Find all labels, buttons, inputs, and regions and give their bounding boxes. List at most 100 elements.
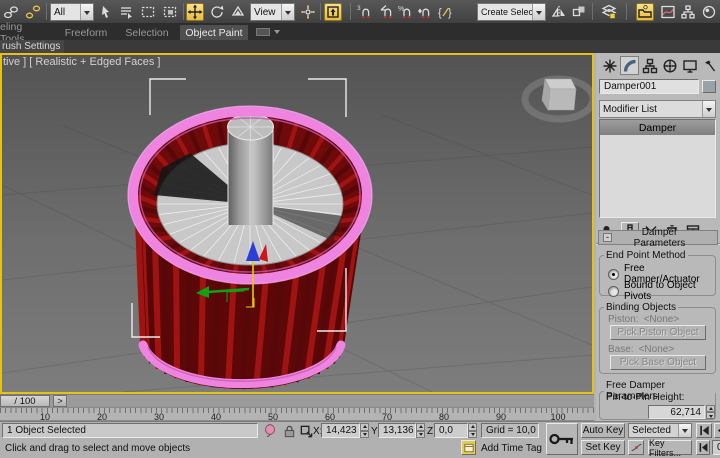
graphite-ribbon-toggle-icon[interactable] (636, 3, 654, 21)
display-tab-icon[interactable] (680, 56, 699, 75)
grid-size-value: Grid = 10,0 (486, 425, 536, 436)
radio-icon[interactable] (608, 269, 619, 280)
chevron-down-icon[interactable] (281, 4, 294, 20)
object-name-field[interactable]: Damper001 (599, 79, 699, 94)
selection-lock-icon[interactable] (282, 424, 297, 439)
tab-label: Freeform (65, 27, 108, 39)
rectangular-selection-icon[interactable] (139, 3, 157, 21)
x-spinner[interactable] (360, 423, 369, 438)
spinner-snap-icon[interactable] (416, 3, 434, 21)
z-spinner[interactable] (468, 423, 477, 438)
set-key-button[interactable]: Set Key (581, 440, 625, 455)
motion-tab-icon[interactable] (660, 56, 679, 75)
tab-freeform[interactable]: Freeform (55, 25, 117, 40)
viewport-canvas[interactable] (2, 55, 592, 392)
damper-object[interactable] (128, 106, 372, 389)
pin-to-pin-spinner[interactable] (706, 405, 715, 419)
auto-key-button[interactable]: Auto Key (581, 423, 625, 438)
pin-to-pin-field[interactable]: 62,714 (648, 405, 705, 419)
select-and-rotate-icon[interactable] (208, 3, 226, 21)
ribbon-panel-row: rush Settings (0, 40, 720, 53)
view-cube[interactable] (525, 79, 592, 119)
x-coordinate-field[interactable]: 14,423 (321, 423, 360, 438)
rollout-collapse-icon[interactable]: - (603, 233, 612, 242)
ribbon-tab-bar: eling Tools Freeform Selection Object Pa… (0, 24, 720, 40)
chevron-down-icon[interactable] (678, 424, 691, 437)
chevron-down-icon[interactable] (532, 4, 545, 20)
keyboard-override-icon[interactable] (324, 3, 342, 21)
radio-bound-pivots[interactable]: Bound to Object Pivots (608, 280, 720, 302)
y-coordinate-field[interactable]: 13,136 (378, 423, 416, 438)
time-slider[interactable] (0, 394, 594, 408)
set-key-label: Set Key (585, 442, 620, 453)
key-filters-button[interactable]: Key Filters... (648, 440, 692, 455)
ribbon-minimize-arrow-icon[interactable] (274, 30, 280, 37)
svg-text:%: % (398, 6, 404, 13)
track-bar[interactable]: 102030405060708090100 (0, 408, 594, 421)
pick-piston-button[interactable]: Pick Piston Object (610, 325, 706, 340)
previous-key-icon[interactable] (696, 440, 710, 455)
select-by-name-icon[interactable] (117, 3, 135, 21)
select-and-link-icon[interactable] (2, 3, 20, 21)
previous-frame-icon[interactable] (714, 423, 720, 438)
ribbon-panel-label[interactable]: rush Settings (2, 41, 60, 52)
default-tangent-icon[interactable] (628, 440, 644, 455)
viewport-label[interactable]: tive ] [ Realistic + Edged Faces ] (3, 56, 160, 68)
utilities-tab-icon[interactable] (700, 56, 719, 75)
hierarchy-tab-icon[interactable] (640, 56, 659, 75)
tab-label: Object Paint (185, 27, 242, 39)
create-tab-icon[interactable] (600, 56, 619, 75)
add-time-tag-label[interactable]: Add Time Tag (481, 443, 542, 454)
key-mode-dropdown[interactable]: Selected (628, 423, 692, 438)
chevron-down-icon[interactable] (702, 101, 715, 117)
select-and-scale-icon[interactable] (229, 3, 247, 21)
selection-filter-dropdown[interactable]: All (50, 3, 94, 21)
schematic-view-icon[interactable] (679, 3, 697, 21)
absolute-offset-toggle-icon[interactable] (299, 424, 314, 439)
unlink-icon[interactable] (24, 3, 42, 21)
snap-toggle-3d-icon[interactable]: 3 (356, 3, 374, 21)
chevron-down-icon[interactable] (80, 4, 93, 20)
modifier-stack[interactable]: Damper (599, 119, 716, 218)
layer-manager-icon[interactable] (600, 3, 618, 21)
z-coordinate-field[interactable]: 0,0 (434, 423, 468, 438)
y-spinner[interactable] (416, 423, 425, 438)
tab-modeling-tools[interactable]: eling Tools (0, 25, 48, 40)
pick-base-button[interactable]: Pick Base Object (610, 355, 706, 370)
selection-status-field: 1 Object Selected (2, 423, 258, 438)
y-value: 13,136 (383, 425, 414, 436)
mirror-icon[interactable] (550, 3, 568, 21)
current-frame-field[interactable]: 0 (712, 440, 720, 455)
named-selection-set-dropdown[interactable]: Create Selection Se (477, 3, 546, 21)
ribbon-minimize-icon[interactable] (256, 28, 270, 36)
window-crossing-icon[interactable] (161, 3, 179, 21)
time-tag-icon[interactable] (461, 440, 476, 455)
modifier-stack-item-damper[interactable]: Damper (600, 120, 715, 135)
key-mode-value: Selected (629, 425, 678, 436)
select-and-move-icon[interactable] (186, 3, 204, 21)
modifier-list-dropdown[interactable]: Modifier List (599, 100, 716, 118)
tab-selection[interactable]: Selection (118, 25, 176, 40)
use-pivot-center-icon[interactable] (299, 3, 317, 21)
coordinate-system-dropdown[interactable]: View (250, 3, 295, 21)
modify-tab-icon[interactable] (620, 56, 639, 75)
edit-named-selection-sets-icon[interactable]: {} (437, 3, 455, 21)
object-color-swatch[interactable] (702, 80, 716, 93)
curve-editor-icon[interactable] (659, 3, 677, 21)
spinner-down-icon[interactable] (706, 412, 715, 419)
select-object-icon[interactable] (97, 3, 115, 21)
percent-snap-icon[interactable]: % (397, 3, 415, 21)
time-slider-next-button[interactable]: > (53, 395, 67, 407)
material-editor-icon[interactable] (700, 3, 718, 21)
go-to-start-icon[interactable] (696, 423, 712, 438)
radio-icon[interactable] (608, 286, 619, 297)
set-key-mode-button[interactable] (546, 423, 578, 455)
rollout-header-damper-parameters[interactable]: - Damper Parameters (598, 230, 718, 245)
notification-balloon-icon[interactable] (263, 424, 277, 438)
time-slider-handle[interactable]: / 100 (0, 395, 50, 407)
binding-objects-legend: Binding Objects (604, 302, 678, 313)
spinner-up-icon[interactable] (706, 405, 715, 412)
tab-object-paint[interactable]: Object Paint (180, 25, 248, 40)
align-icon[interactable] (570, 3, 588, 21)
angle-snap-icon[interactable] (378, 3, 396, 21)
